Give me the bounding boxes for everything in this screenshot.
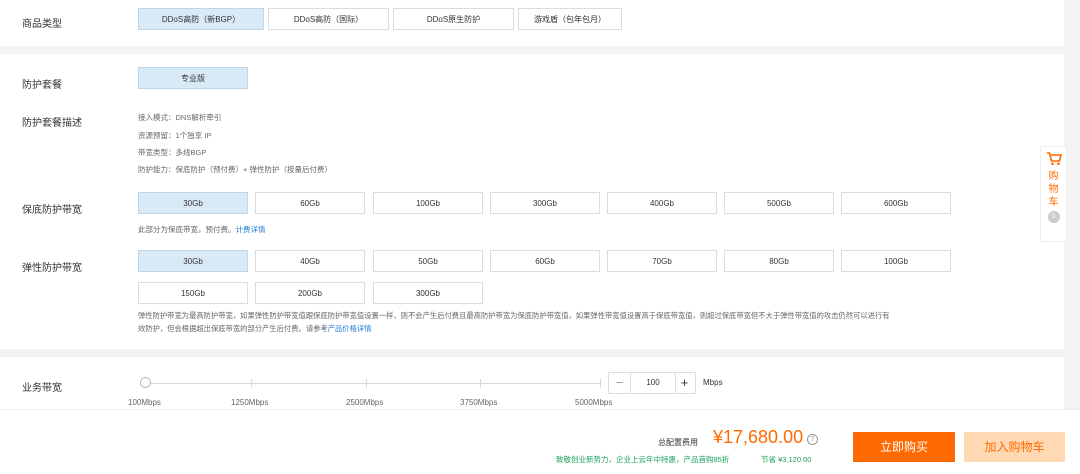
floating-cart[interactable]: 购 物 车 0 (1040, 146, 1067, 242)
bandwidth-unit: Mbps (703, 378, 723, 387)
option-ddos-native[interactable]: DDoS原生防护 (393, 8, 514, 30)
promo-text: 致敬创业新势力，企业上云年中特惠，产品首购85折 (556, 455, 730, 464)
slider-tick (600, 379, 601, 388)
help-icon[interactable]: ? (807, 434, 818, 445)
cart-icon (1041, 151, 1066, 170)
product-type-panel: 商品类型 DDoS高防（新BGP） DDoS高防（国际） DDoS原生防护 游戏… (0, 0, 1064, 46)
base-bw-600[interactable]: 600Gb (841, 192, 951, 214)
elastic-bw-60[interactable]: 60Gb (490, 250, 600, 272)
package-label: 防护套餐 (22, 80, 62, 91)
buy-now-button[interactable]: 立即购买 (853, 432, 955, 462)
elastic-bw-note-line2: 效防护，但会根据超出保底带宽的部分产生后付费。请参考产品价格详情 (138, 324, 372, 334)
base-bw-300[interactable]: 300Gb (490, 192, 600, 214)
elastic-bw-80[interactable]: 80Gb (724, 250, 834, 272)
option-ddos-bgp[interactable]: DDoS高防（新BGP） (138, 8, 264, 30)
elastic-bandwidth-label: 弹性防护带宽 (22, 263, 82, 274)
desc-access-mode: 接入模式：DNS解析牵引 (138, 113, 222, 122)
bandwidth-slider-track[interactable] (145, 379, 601, 388)
total-label: 总配置费用 (658, 438, 698, 447)
bandwidth-value-input[interactable]: 100 (630, 373, 676, 393)
slider-tick-label: 100Mbps (128, 398, 161, 407)
bandwidth-slider-handle[interactable] (140, 377, 151, 388)
base-bw-500[interactable]: 500Gb (724, 192, 834, 214)
package-desc-label: 防护套餐描述 (22, 118, 82, 129)
desc-bandwidth-type: 带宽类型：多线BGP (138, 148, 207, 157)
base-bw-100[interactable]: 100Gb (373, 192, 483, 214)
slider-tick (480, 379, 481, 388)
add-to-cart-button[interactable]: 加入购物车 (964, 432, 1065, 462)
base-bw-30[interactable]: 30Gb (138, 192, 248, 214)
elastic-bw-200[interactable]: 200Gb (255, 282, 365, 304)
business-bandwidth-label: 业务带宽 (22, 383, 62, 394)
total-price: ¥17,680.00 (713, 427, 804, 447)
base-bw-note: 此部分为保底带宽，预付费。计费详情 (138, 224, 266, 235)
base-bw-note-text: 此部分为保底带宽，预付费。 (138, 225, 236, 234)
price-details-link[interactable]: 产品价格详情 (328, 324, 372, 333)
slider-tick-label: 1250Mbps (231, 398, 269, 407)
slider-tick (251, 379, 252, 388)
base-bw-60[interactable]: 60Gb (255, 192, 365, 214)
order-footer: 总配置费用 ¥17,680.00 ? 致敬创业新势力，企业上云年中特惠，产品首购… (0, 409, 1080, 474)
elastic-bw-50[interactable]: 50Gb (373, 250, 483, 272)
cart-count-badge: 0 (1047, 211, 1060, 223)
slider-tick-label: 2500Mbps (346, 398, 384, 407)
desc-resource: 资源预留：1个独享 IP (138, 131, 212, 140)
desc-capability: 防护能力：保底防护（预付费）+ 弹性防护（按量后付费） (138, 165, 332, 174)
base-bw-400[interactable]: 400Gb (607, 192, 717, 214)
base-bandwidth-label: 保底防护带宽 (22, 205, 82, 216)
elastic-bw-30[interactable]: 30Gb (138, 250, 248, 272)
slider-tick-label: 3750Mbps (460, 398, 498, 407)
elastic-bw-note-text: 效防护，但会根据超出保底带宽的部分产生后付费。请参考 (138, 324, 328, 333)
increment-button[interactable]: + (674, 373, 695, 393)
billing-details-link[interactable]: 计费详情 (236, 225, 266, 234)
slider-tick (366, 379, 367, 388)
package-option-pro[interactable]: 专业版 (138, 67, 248, 89)
bandwidth-stepper: − 100 + (608, 372, 696, 394)
savings-text: 节省 ¥3,120.00 (761, 455, 812, 464)
elastic-bw-70[interactable]: 70Gb (607, 250, 717, 272)
option-game-shield[interactable]: 游戏盾（包年包月） (518, 8, 622, 30)
elastic-bw-300[interactable]: 300Gb (373, 282, 483, 304)
cart-text-2: 物 (1048, 184, 1059, 195)
option-ddos-intl[interactable]: DDoS高防（国际） (268, 8, 389, 30)
decrement-button[interactable]: − (609, 373, 630, 393)
cart-text-3: 车 (1048, 197, 1059, 208)
cart-text-1: 购 (1048, 171, 1059, 182)
elastic-bw-note-line1: 弹性防护带宽为最高防护带宽，如果弹性防护带宽值跟保底防护带宽值设置一样，则不会产… (138, 311, 890, 320)
elastic-bw-40[interactable]: 40Gb (255, 250, 365, 272)
elastic-bw-100[interactable]: 100Gb (841, 250, 951, 272)
elastic-bw-150[interactable]: 150Gb (138, 282, 248, 304)
slider-tick-label: 5000Mbps (575, 398, 613, 407)
product-type-label: 商品类型 (22, 19, 62, 30)
